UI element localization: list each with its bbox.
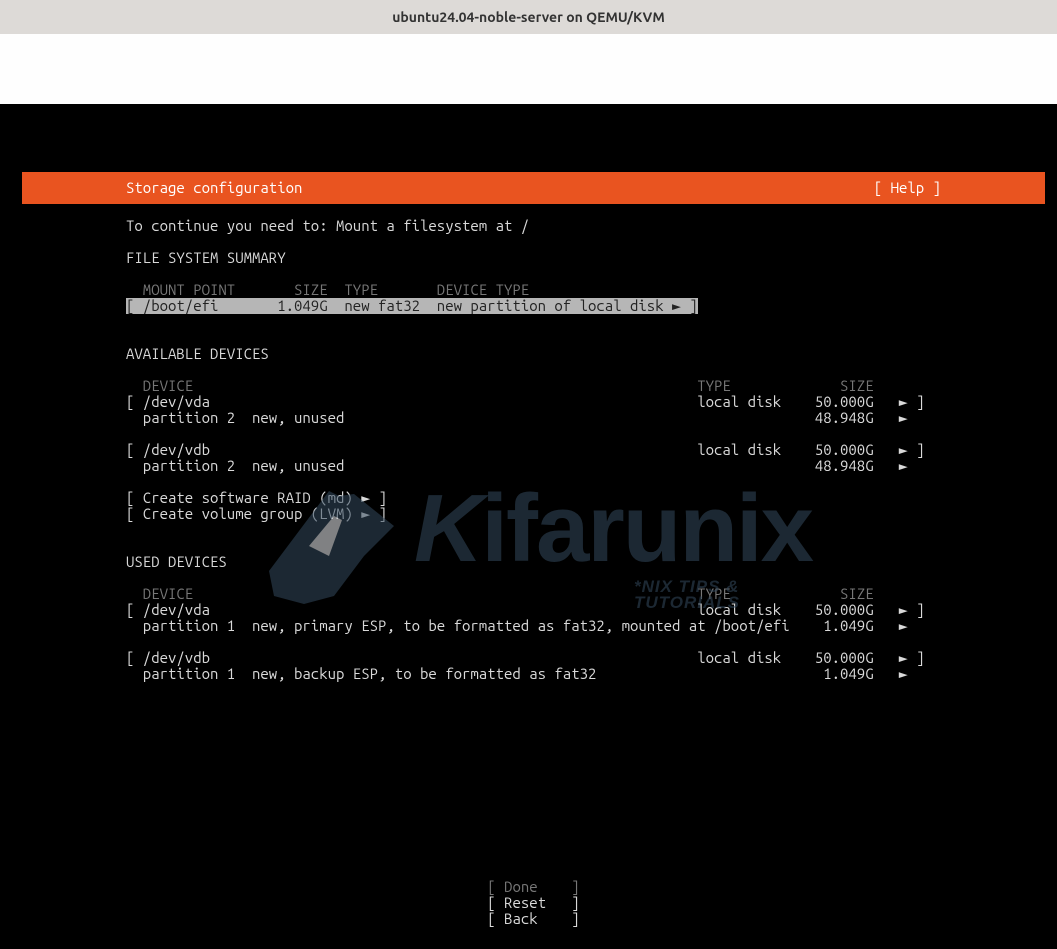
reset-button[interactable]: [ Reset ] <box>22 895 1045 911</box>
used-columns: DEVICE TYPE SIZE <box>126 585 874 602</box>
back-button[interactable]: [ Back ] <box>22 911 1045 927</box>
fs-summary-columns: MOUNT POINT SIZE TYPE DEVICE TYPE <box>126 281 529 298</box>
available-partition-row[interactable]: partition 2 new, unused 48.948G ► <box>126 457 908 474</box>
available-partition-row[interactable]: partition 2 new, unused 48.948G ► <box>126 409 908 426</box>
available-device-row[interactable]: [ /dev/vdb local disk 50.000G ► ] <box>126 441 925 458</box>
window-titlebar: ubuntu24.04-noble-server on QEMU/KVM <box>0 0 1057 34</box>
available-device-row[interactable]: [ /dev/vda local disk 50.000G ► ] <box>126 393 925 410</box>
available-heading: AVAILABLE DEVICES <box>126 345 269 362</box>
footer-buttons: [ Done ] [ Reset ] [ Back ] <box>22 879 1045 927</box>
toolbar-placeholder <box>0 34 1057 104</box>
used-partition-row[interactable]: partition 1 new, primary ESP, to be form… <box>126 617 908 634</box>
fs-summary-row-selected[interactable]: [ /boot/efi 1.049G new fat32 new partiti… <box>126 298 698 314</box>
help-button[interactable]: [ Help ] <box>874 180 1045 196</box>
installer-screen: Storage configuration [ Help ] To contin… <box>0 104 1057 949</box>
create-lvm-button[interactable]: [ Create volume group (LVM) ► ] <box>126 505 387 522</box>
used-device-row[interactable]: [ /dev/vdb local disk 50.000G ► ] <box>126 649 925 666</box>
used-partition-row[interactable]: partition 1 new, backup ESP, to be forma… <box>126 665 908 682</box>
fs-summary-heading: FILE SYSTEM SUMMARY <box>126 249 286 266</box>
screen-title: Storage configuration <box>126 180 874 196</box>
create-raid-button[interactable]: [ Create software RAID (md) ► ] <box>126 489 387 506</box>
done-button[interactable]: [ Done ] <box>22 879 1045 895</box>
available-columns: DEVICE TYPE SIZE <box>126 377 874 394</box>
used-device-row[interactable]: [ /dev/vda local disk 50.000G ► ] <box>126 601 925 618</box>
window-title: ubuntu24.04-noble-server on QEMU/KVM <box>392 9 665 25</box>
used-heading: USED DEVICES <box>126 553 227 570</box>
screen-header: Storage configuration [ Help ] <box>22 172 1045 204</box>
instruction-text: To continue you need to: Mount a filesys… <box>126 217 529 234</box>
